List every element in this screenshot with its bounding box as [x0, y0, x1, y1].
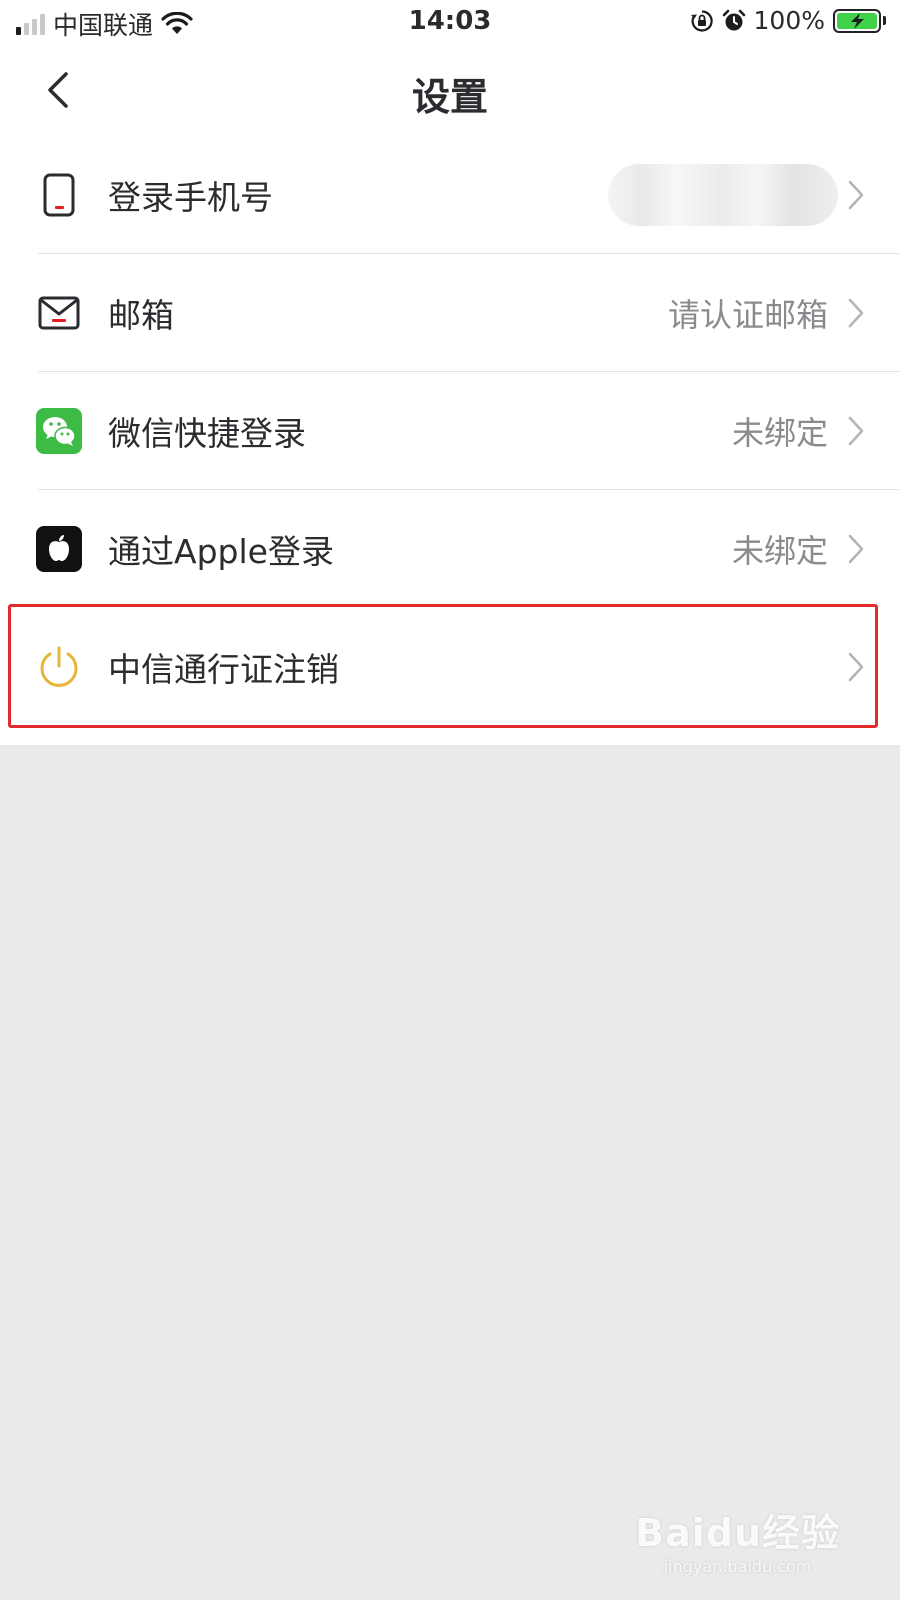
settings-item-label: 微信快捷登录 — [108, 414, 306, 453]
watermark-sub: jingyan.baidu.com — [663, 1557, 812, 1576]
settings-item-login-phone[interactable]: 登录手机号 — [0, 136, 900, 254]
power-icon — [36, 644, 82, 690]
settings-item-wechat-login[interactable]: 微信快捷登录 未绑定 — [0, 372, 900, 490]
chevron-right-icon — [848, 180, 864, 210]
settings-item-label: 邮箱 — [108, 296, 174, 335]
mail-icon — [36, 290, 82, 336]
battery-icon — [833, 8, 886, 33]
settings-item-value: 未绑定 — [731, 414, 828, 452]
settings-item-apple-login[interactable]: 通过Apple登录 未绑定 — [0, 490, 900, 608]
settings-item-label: 通过Apple登录 — [108, 532, 334, 571]
chevron-right-icon — [848, 416, 864, 446]
settings-item-value: 请认证邮箱 — [667, 296, 828, 334]
alarm-icon — [722, 9, 745, 30]
wechat-icon — [36, 408, 82, 454]
settings-item-email[interactable]: 邮箱 请认证邮箱 — [0, 254, 900, 372]
settings-item-label: 登录手机号 — [108, 178, 273, 217]
status-right: 100% — [690, 6, 886, 35]
navigation-bar: 设置 — [0, 44, 900, 136]
chevron-right-icon — [848, 652, 864, 682]
chevron-right-icon — [848, 534, 864, 564]
settings-item-label: 中信通行证注销 — [108, 650, 339, 689]
redacted-phone-number — [608, 164, 838, 226]
watermark-main: Baidu经验 — [635, 1511, 840, 1555]
rotation-lock-icon — [690, 9, 713, 32]
settings-item-value: 未绑定 — [731, 532, 828, 570]
status-bar: 中国联通 14:03 100% — [0, 0, 900, 44]
page-title: 设置 — [411, 75, 488, 119]
settings-item-account-deregistration[interactable]: 中信通行证注销 — [0, 608, 900, 726]
battery-percent: 100% — [753, 6, 825, 35]
chevron-right-icon — [848, 298, 864, 328]
apple-icon — [36, 526, 82, 572]
settings-screen: 中国联通 14:03 100% 设置 登录手机号 邮箱 请认证邮箱 微信快捷登录… — [0, 0, 900, 745]
baidu-jingyan-watermark: Baidu经验 jingyan.baidu.com — [635, 1502, 840, 1576]
settings-list: 登录手机号 邮箱 请认证邮箱 微信快捷登录 未绑定 通过Apple登录 未绑定 … — [0, 136, 900, 726]
phone-icon — [36, 172, 82, 218]
